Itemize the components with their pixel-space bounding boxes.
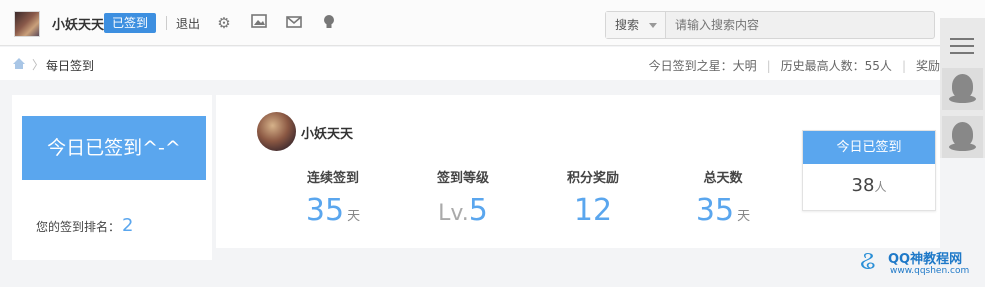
signed-badge[interactable]: 已签到 [104, 13, 157, 33]
metric-unit: 天 [347, 209, 361, 224]
username[interactable]: 小妖天天 [52, 14, 104, 33]
sign-star: 今日签到之星：大明 [648, 59, 757, 73]
rank-value: 2 [122, 215, 134, 236]
metric-level: 签到等级 Lv.5 [408, 167, 518, 231]
watermark-title: QQ神教程网 [888, 252, 963, 267]
rank-line: 您的签到排名： 2 [36, 215, 133, 236]
signed-button[interactable]: 今日已签到^-^ [22, 116, 206, 180]
bulb-icon[interactable] [320, 14, 338, 32]
profile-name: 小妖天天 [301, 127, 354, 142]
avatar[interactable] [14, 11, 40, 37]
chevron-right-icon: 〉 [32, 58, 45, 72]
image-icon[interactable] [250, 14, 268, 32]
chevron-down-icon [649, 23, 657, 28]
qq-icon[interactable] [942, 116, 983, 158]
today-count-unit: 人 [874, 180, 887, 194]
side-toolbar [940, 18, 985, 158]
dragon-icon: ଌ [860, 246, 876, 276]
level-prefix: Lv. [438, 201, 469, 226]
watermark-logo: ଌ QQ神教程网 www.qqshen.com [860, 246, 980, 282]
search-scope-select[interactable]: 搜索 [606, 12, 666, 38]
top-bar: 小妖天天 已签到 退出 ⚙ 搜索 [0, 0, 985, 46]
metric-label: 总天数 [703, 171, 743, 186]
search-scope-label: 搜索 [615, 18, 640, 32]
metric-streak: 连续签到 35 天 [278, 167, 388, 234]
max-count: 历史最高人数：55人 [780, 59, 892, 73]
search-input[interactable] [667, 12, 934, 38]
sign-stats: 今日签到之星：大明 | 历史最高人数：55人 | 奖励 [648, 59, 940, 73]
today-count-value: 38 [851, 175, 875, 196]
today-title: 今日已签到 [803, 131, 935, 164]
menu-icon[interactable] [940, 26, 985, 66]
metric-unit: 天 [737, 209, 751, 224]
reward-link[interactable]: 奖励 [916, 59, 940, 73]
metric-total-days: 总天数 35 天 [668, 167, 778, 234]
metric-label: 连续签到 [306, 171, 359, 186]
watermark-url: www.qqshen.com [890, 266, 970, 276]
qq-icon[interactable] [942, 68, 983, 110]
metric-value: 35 [305, 193, 345, 228]
divider [166, 16, 167, 30]
metric-label: 签到等级 [436, 171, 489, 186]
home-icon[interactable] [12, 57, 26, 70]
metric-value: 12 [573, 193, 613, 228]
metric-value: 35 [695, 193, 735, 228]
breadcrumb: 〉 每日签到 今日签到之星：大明 | 历史最高人数：55人 | 奖励 [0, 47, 940, 80]
search-box: 搜索 [605, 11, 935, 39]
gear-icon[interactable]: ⚙ [215, 14, 233, 32]
breadcrumb-current: 每日签到 [46, 59, 95, 73]
sign-panel: 今日已签到^-^ 您的签到排名： 2 [12, 95, 212, 260]
metric-label: 积分奖励 [566, 171, 619, 186]
avatar[interactable] [257, 112, 296, 151]
rank-label: 您的签到排名： [36, 220, 121, 234]
logout-link[interactable]: 退出 [176, 15, 200, 32]
today-count-card: 今日已签到 38人 [802, 130, 936, 211]
mail-icon[interactable] [285, 14, 303, 32]
metric-value: 5 [468, 193, 488, 228]
metric-points: 积分奖励 12 [538, 167, 648, 228]
today-count: 38人 [803, 175, 935, 196]
